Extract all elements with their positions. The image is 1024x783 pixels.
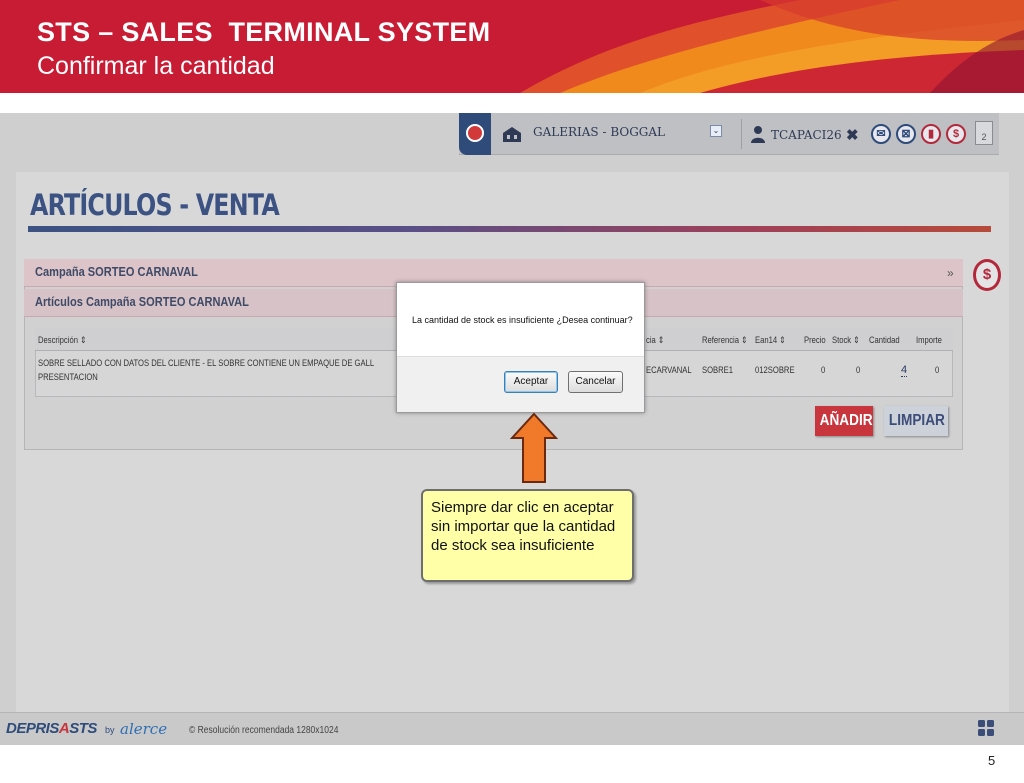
add-button[interactable]: AÑADIR [815,406,873,436]
col-referencia[interactable]: Referencia ⇕ [702,335,748,346]
slide-subtitle: Confirmar la cantidad [37,52,275,80]
footer-partner-logo: alerce [120,720,168,738]
title-underline [28,226,991,232]
footer-brand-part1: DEPRIS [6,720,59,737]
app-logo-tab[interactable] [459,113,491,155]
footer-brand-logo: DEPRISASTS [6,720,97,737]
cell-cantidad-input[interactable]: 4 [901,364,908,377]
cell-precio: 0 [821,365,826,375]
footer-brand-part2: A [58,720,70,737]
annotation-up-arrow-icon [510,412,558,483]
campaign-articles-label: Artículos Campaña SORTEO CARNAVAL [35,294,249,309]
cell-descripcion-line1: SOBRE SELLADO CON DATOS DEL CLIENTE - EL… [38,358,375,368]
user-icon [751,126,765,143]
col-precio: Precio [804,335,826,345]
cancel-order-icon[interactable]: ⊠ [896,124,916,144]
col-ean14[interactable]: Ean14 ⇕ [755,335,786,346]
dialog-message: La cantidad de stock es insuficiente ¿De… [412,315,633,325]
messages-icon[interactable]: ✉ [871,124,891,144]
page-number: 5 [988,753,996,768]
clear-button-label: LIMPIAR [888,412,945,429]
store-label: GALERIAS - BOGGAL [533,125,666,139]
app-logo-icon [466,124,484,142]
add-button-label: AÑADIR [819,412,873,429]
footer-brand-part3: STS [69,720,97,737]
col-descripcion[interactable]: Descripción ⇕ [38,335,87,346]
payment-dollar-icon[interactable]: $ [946,124,966,144]
footer-resolution-note: © Resolución recomendada 1280x1024 [189,725,339,736]
instruction-callout: Siempre dar clic en aceptar sin importar… [421,489,634,582]
footer-by: by [105,725,115,735]
col-stock[interactable]: Stock ⇕ [832,335,860,346]
col-cantidad: Cantidad [869,335,900,345]
page-title: ARTÍCULOS - VENTA [30,188,280,222]
cash-drawer-icon[interactable]: ▮ [921,124,941,144]
col-familia[interactable]: cia ⇕ [646,335,664,346]
campaign-expand-chevron-icon[interactable]: » [947,266,954,280]
cell-descripcion-line2: PRESENTACION [38,372,98,382]
cell-importe: 0 [935,365,940,375]
store-dropdown-chevron-icon[interactable]: ⌄ [710,125,722,137]
store-icon [503,127,521,142]
cell-stock: 0 [856,365,861,375]
header-banner: STS – SALES TERMINAL SYSTEM Confirmar la… [0,0,1024,93]
confirm-dialog: La cantidad de stock es insuficiente ¿De… [396,282,645,413]
cell-referencia: SOBRE1 [702,365,734,375]
cell-familia: ECARVANAL [646,365,692,375]
cancel-button[interactable]: Cancelar [568,371,623,393]
topbar-divider [741,119,742,149]
cell-ean14: 012SOBRE [755,365,795,375]
exit-door-icon[interactable]: 2 [975,121,993,145]
side-payment-dollar-icon[interactable]: $ [973,259,1001,291]
slide: STS – SALES TERMINAL SYSTEM Confirmar la… [0,0,1024,783]
campaign-label: Campaña SORTEO CARNAVAL [35,264,198,279]
accept-button[interactable]: Aceptar [504,371,558,393]
apps-grid-icon[interactable] [977,719,995,737]
logout-close-icon[interactable]: ✖ [846,126,859,144]
col-importe: Importe [916,335,942,345]
user-label: TCAPACI26 [771,128,842,142]
clear-button[interactable]: LIMPIAR [884,406,948,436]
slide-title: STS – SALES TERMINAL SYSTEM [37,17,491,47]
